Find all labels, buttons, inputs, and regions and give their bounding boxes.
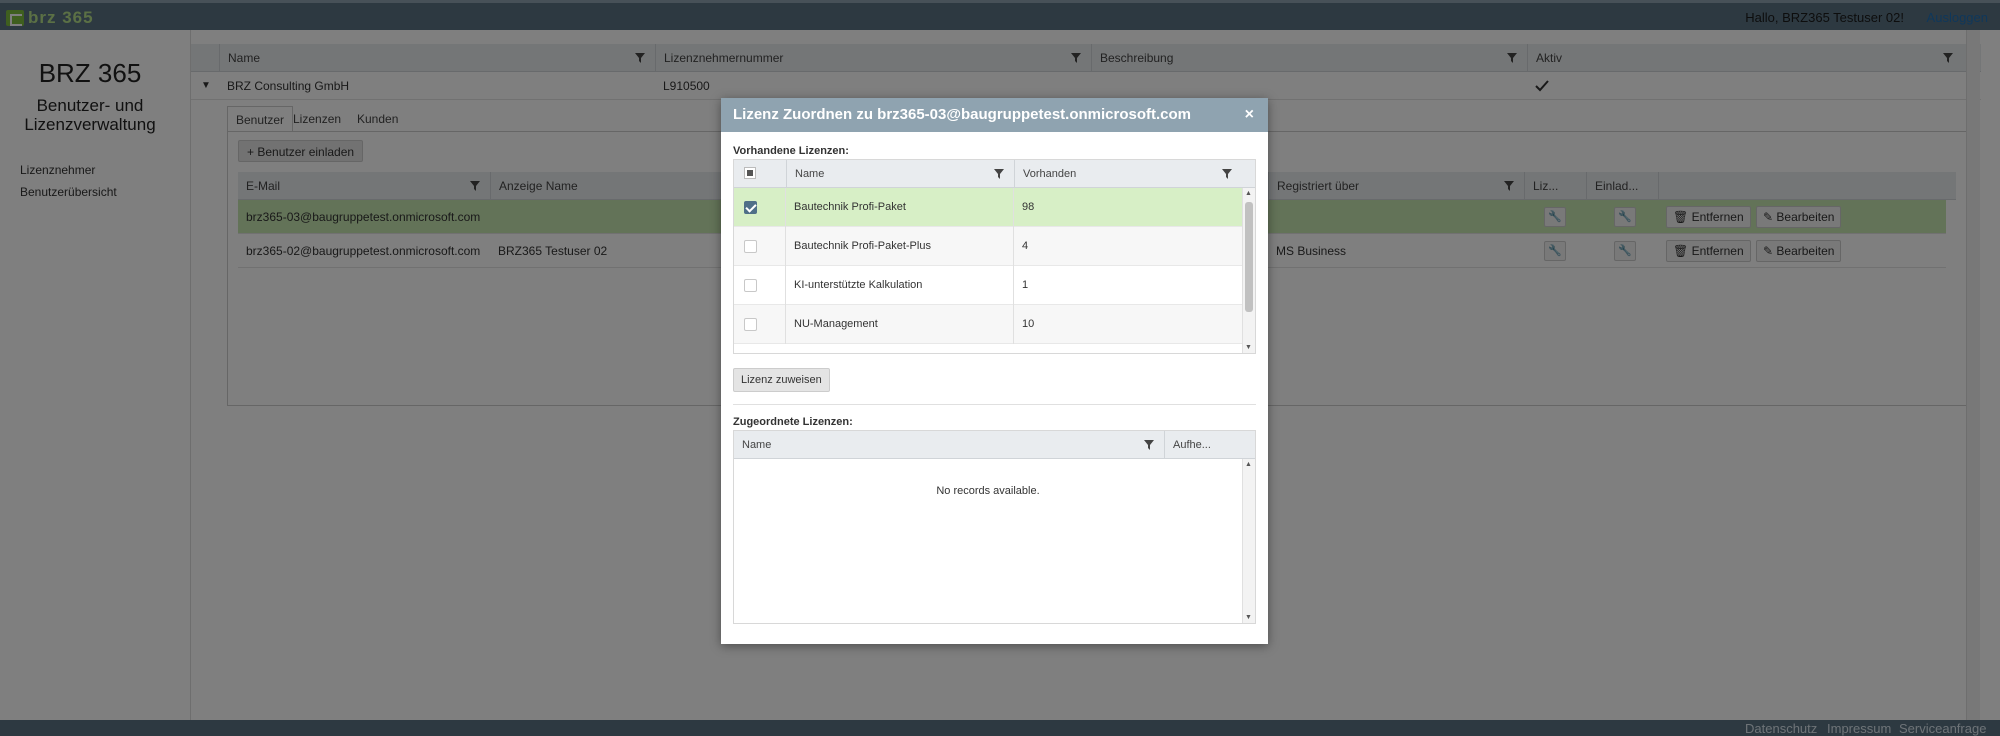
license-row[interactable]: Bautechnik Profi-Paket-Plus 4 xyxy=(734,227,1242,266)
column-divider xyxy=(785,266,786,305)
assigned-grid-body: No records available. xyxy=(734,459,1242,623)
available-licenses-label: Vorhandene Lizenzen: xyxy=(733,145,849,157)
license-row[interactable]: NU-Management 10 xyxy=(734,305,1242,344)
indeterminate-icon xyxy=(747,170,753,176)
license-count: 1 xyxy=(1022,279,1029,291)
assigned-grid-header: Name Aufhe... xyxy=(734,431,1255,459)
filter-icon[interactable] xyxy=(1222,169,1232,179)
column-header-label: Vorhanden xyxy=(1023,168,1077,180)
column-header-assigned-name[interactable]: Name xyxy=(734,431,1164,459)
empty-state-message: No records available. xyxy=(936,485,1040,497)
column-divider xyxy=(1013,266,1014,305)
column-header-license-name[interactable]: Name xyxy=(786,160,1014,188)
license-checkbox[interactable] xyxy=(744,240,757,253)
assigned-grid-scrollbar[interactable]: ▲ ▼ xyxy=(1242,459,1255,623)
scroll-down-icon[interactable]: ▼ xyxy=(1245,344,1252,351)
close-icon[interactable]: × xyxy=(1245,98,1254,132)
scroll-up-icon[interactable]: ▲ xyxy=(1245,190,1252,197)
license-name: NU-Management xyxy=(794,318,878,330)
assign-license-dialog: Lizenz Zuordnen zu brz365-03@baugruppete… xyxy=(721,98,1268,644)
dialog-title-bar: Lizenz Zuordnen zu brz365-03@baugruppete… xyxy=(721,98,1268,132)
license-checkbox[interactable] xyxy=(744,201,757,214)
column-divider xyxy=(1013,227,1014,266)
available-grid-scrollbar[interactable]: ▲ ▼ xyxy=(1242,188,1255,353)
column-header-revoke[interactable]: Aufhe... xyxy=(1164,431,1242,459)
scroll-down-icon[interactable]: ▼ xyxy=(1245,614,1252,621)
license-row[interactable]: Bautechnik Profi-Paket 98 xyxy=(734,188,1242,227)
column-header-available-count[interactable]: Vorhanden xyxy=(1014,160,1242,188)
license-count: 98 xyxy=(1022,201,1035,213)
license-row[interactable]: KI-unterstützte Kalkulation 1 xyxy=(734,266,1242,305)
license-checkbox[interactable] xyxy=(744,318,757,331)
available-licenses-grid: Name Vorhanden Bautechnik Profi-Paket 98… xyxy=(733,159,1256,354)
scroll-up-icon[interactable]: ▲ xyxy=(1245,461,1252,468)
available-grid-header: Name Vorhanden xyxy=(734,160,1255,188)
license-count: 4 xyxy=(1022,240,1029,252)
filter-icon[interactable] xyxy=(994,169,1004,179)
column-divider xyxy=(1013,305,1014,344)
column-header-label: Aufhe... xyxy=(1173,439,1211,451)
column-divider xyxy=(785,305,786,344)
column-divider xyxy=(785,227,786,266)
assigned-licenses-grid: Name Aufhe... No records available. ▲ ▼ xyxy=(733,430,1256,624)
license-checkbox[interactable] xyxy=(744,279,757,292)
select-all-checkbox[interactable] xyxy=(744,167,756,179)
license-name: Bautechnik Profi-Paket-Plus xyxy=(794,240,931,252)
column-divider xyxy=(785,188,786,227)
select-all-column xyxy=(734,160,786,188)
section-divider xyxy=(733,404,1256,405)
dialog-title: Lizenz Zuordnen zu brz365-03@baugruppete… xyxy=(733,106,1192,123)
assigned-licenses-label: Zugeordnete Lizenzen: xyxy=(733,416,853,428)
assign-license-button[interactable]: Lizenz zuweisen xyxy=(733,368,830,392)
scroll-thumb[interactable] xyxy=(1245,202,1253,312)
license-count: 10 xyxy=(1022,318,1035,330)
license-name: KI-unterstützte Kalkulation xyxy=(794,279,923,291)
filter-icon[interactable] xyxy=(1144,440,1154,450)
column-divider xyxy=(1013,188,1014,227)
column-header-label: Name xyxy=(795,168,825,180)
column-header-label: Name xyxy=(742,439,772,451)
license-name: Bautechnik Profi-Paket xyxy=(794,201,906,213)
